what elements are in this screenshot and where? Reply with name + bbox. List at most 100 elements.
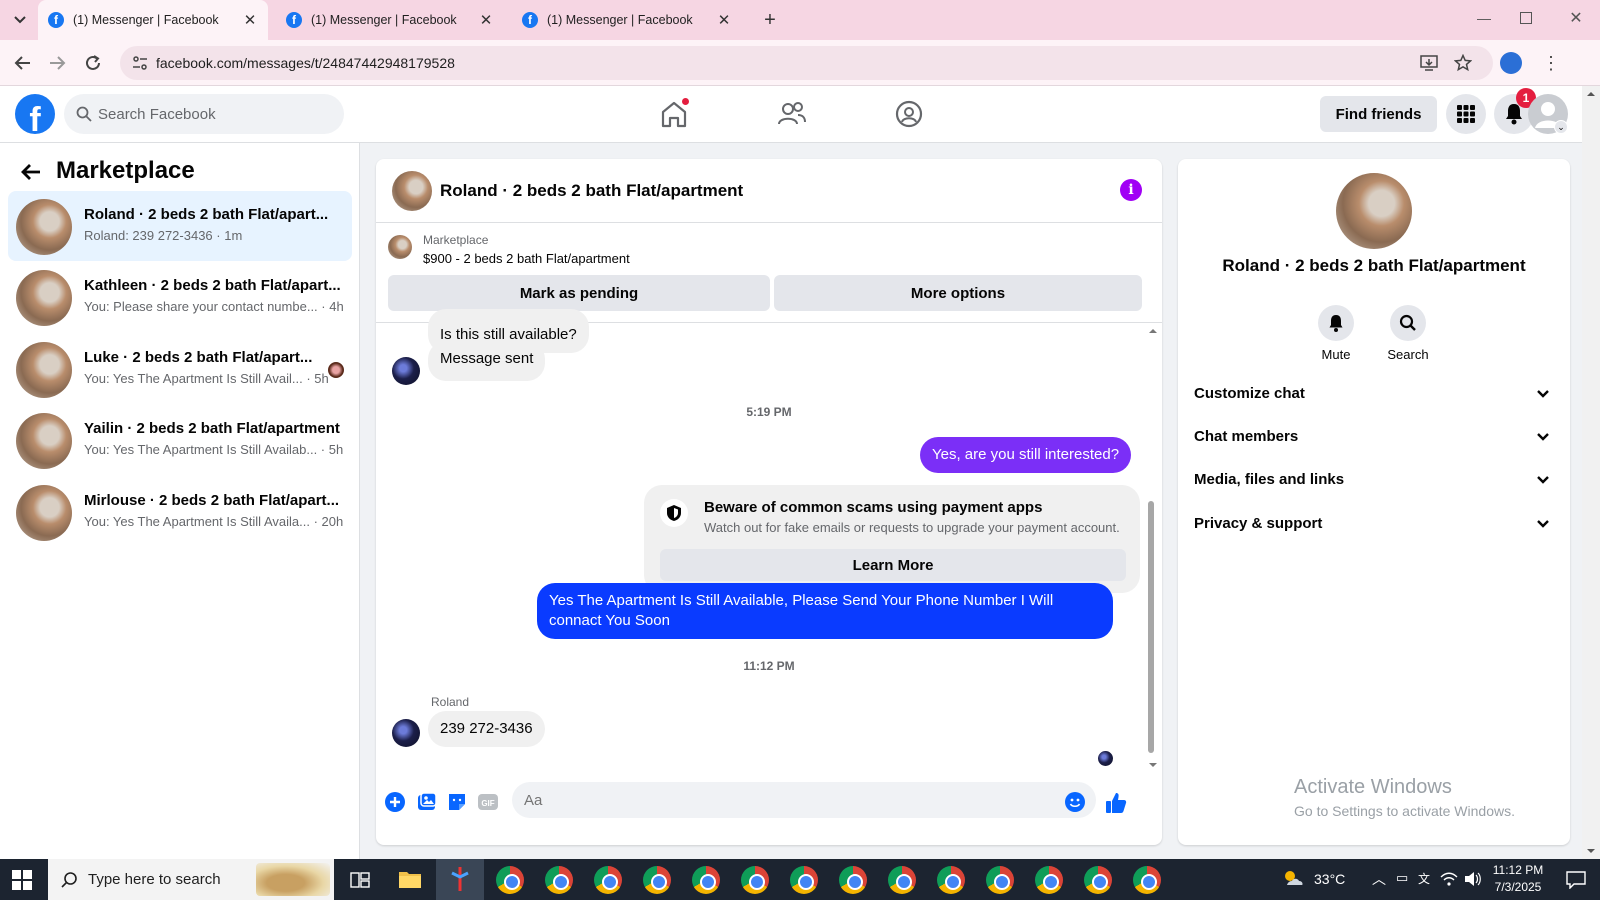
tray-overflow-chevron-icon[interactable]: ︿ (1372, 869, 1386, 889)
browser-tab[interactable]: f (1) Messenger | Facebook ✕ (512, 0, 742, 40)
nav-home[interactable] (658, 98, 690, 130)
volume-icon[interactable] (1464, 871, 1482, 887)
restore-window-button[interactable] (1520, 12, 1532, 24)
emoji-icon[interactable] (1064, 791, 1088, 815)
taskbar-search-box[interactable]: Type here to search (48, 859, 334, 900)
conversation-item[interactable]: Roland · 2 beds 2 bath Flat/apart... Rol… (8, 191, 352, 261)
browser-menu-icon[interactable]: ⋮ (1542, 50, 1560, 76)
chat-avatar[interactable] (392, 171, 432, 211)
chrome-taskbar-icon[interactable] (839, 866, 867, 894)
conversation-item[interactable]: Yailin · 2 beds 2 bath Flat/apartment Yo… (8, 405, 352, 475)
forward-button[interactable] (44, 50, 70, 76)
chrome-taskbar-icon[interactable] (790, 866, 818, 894)
chat-members-section[interactable]: Chat members (1194, 418, 1554, 454)
chrome-taskbar-icon[interactable] (594, 866, 622, 894)
find-friends-button[interactable]: Find friends (1320, 96, 1437, 132)
chrome-taskbar-icon[interactable] (1084, 866, 1112, 894)
seen-avatar (328, 362, 344, 378)
nav-groups[interactable] (893, 98, 925, 130)
chrome-taskbar-icon[interactable] (888, 866, 916, 894)
network-icon[interactable]: ▭ (1396, 870, 1408, 886)
search-in-chat-button[interactable]: Search (1368, 305, 1448, 362)
address-bar[interactable]: facebook.com/messages/t/2484744294817952… (120, 46, 1493, 80)
info-icon[interactable]: i (1120, 179, 1142, 201)
site-info-icon[interactable] (132, 55, 148, 71)
conversation-item[interactable]: Luke · 2 beds 2 bath Flat/apart... You: … (8, 334, 352, 404)
file-explorer-icon[interactable] (398, 868, 422, 890)
pinned-app-icon[interactable] (436, 859, 484, 900)
conversation-item[interactable]: Mirlouse · 2 beds 2 bath Flat/apart... Y… (8, 477, 352, 547)
back-button[interactable] (10, 50, 36, 76)
gif-icon[interactable]: GIF (477, 791, 501, 815)
profile-avatar[interactable] (1500, 52, 1522, 74)
menu-button[interactable] (1446, 94, 1486, 134)
chrome-taskbar-icon[interactable] (1035, 866, 1063, 894)
close-icon[interactable]: ✕ (478, 11, 494, 29)
more-options-button[interactable]: More options (774, 275, 1142, 311)
customize-chat-section[interactable]: Customize chat (1194, 375, 1554, 411)
bookmark-star-icon[interactable] (1454, 54, 1472, 72)
chrome-taskbar-icon[interactable] (1133, 866, 1161, 894)
chrome-taskbar-icon[interactable] (496, 866, 524, 894)
input-language-icon[interactable]: 文 (1418, 870, 1430, 887)
chrome-taskbar-icon[interactable] (937, 866, 965, 894)
reload-button[interactable] (80, 50, 106, 76)
page-scrollbar[interactable] (1582, 86, 1600, 859)
scroll-up-arrow-icon[interactable] (1586, 90, 1596, 98)
chat-title[interactable]: Roland · 2 beds 2 bath Flat/apartment (440, 181, 743, 201)
close-window-button[interactable]: ✕ (1566, 8, 1586, 28)
close-icon[interactable]: ✕ (716, 11, 732, 29)
listing-thumbnail (388, 235, 412, 259)
clock[interactable]: 11:12 PM 7/3/2025 (1490, 862, 1546, 896)
back-arrow-icon (21, 164, 40, 180)
chat-scrollbar-thumb[interactable] (1148, 501, 1154, 753)
facebook-icon: f (48, 12, 64, 28)
tab-list-dropdown[interactable] (8, 8, 32, 32)
chrome-taskbar-icon[interactable] (986, 866, 1014, 894)
url-text: facebook.com/messages/t/2484744294817952… (156, 55, 455, 71)
facebook-icon: f (286, 12, 302, 28)
scroll-up-arrow-icon[interactable] (1148, 327, 1158, 335)
facebook-search-bar[interactable]: Search Facebook (64, 94, 344, 134)
minimize-window-button[interactable]: — (1474, 10, 1494, 30)
notification-center-icon[interactable] (1566, 871, 1586, 889)
install-app-icon[interactable] (1420, 55, 1438, 71)
chrome-taskbar-icon[interactable] (692, 866, 720, 894)
privacy-support-section[interactable]: Privacy & support (1194, 505, 1554, 541)
task-view-icon[interactable] (350, 870, 370, 890)
listing-title[interactable]: $900 - 2 beds 2 bath Flat/apartment (423, 251, 630, 266)
conversation-name: Yailin · 2 beds 2 bath Flat/apartment (84, 420, 340, 437)
browser-tab[interactable]: f (1) Messenger | Facebook ✕ (38, 0, 268, 40)
facebook-header: f Search Facebook Find friends 1 ⌄ (0, 86, 1600, 143)
learn-more-button[interactable]: Learn More (660, 549, 1126, 581)
weather-icon[interactable] (1282, 869, 1304, 889)
marketplace-label: Marketplace (423, 233, 489, 247)
thumbs-up-icon[interactable] (1104, 791, 1128, 815)
plus-icon[interactable] (384, 791, 408, 815)
temperature[interactable]: 33°C (1314, 871, 1345, 887)
clock-time: 11:12 PM (1492, 863, 1544, 877)
wifi-icon[interactable] (1440, 871, 1458, 887)
nav-friends[interactable] (776, 98, 808, 130)
scroll-down-arrow-icon[interactable] (1148, 761, 1158, 769)
sticker-icon[interactable] (446, 791, 470, 815)
browser-tab[interactable]: f (1) Messenger | Facebook ✕ (276, 0, 504, 40)
chrome-taskbar-icon[interactable] (643, 866, 671, 894)
conversation-snippet: You: Yes The Apartment Is Still Availa..… (84, 514, 344, 529)
media-files-links-section[interactable]: Media, files and links (1194, 461, 1554, 497)
mark-as-pending-button[interactable]: Mark as pending (388, 275, 770, 311)
chrome-taskbar-icon[interactable] (545, 866, 573, 894)
scroll-down-arrow-icon[interactable] (1586, 847, 1596, 855)
chat-avatar-large[interactable] (1336, 173, 1412, 249)
conversation-item[interactable]: Kathleen · 2 beds 2 bath Flat/apart... Y… (8, 262, 352, 332)
start-button[interactable] (12, 870, 32, 890)
mute-button[interactable]: Mute (1296, 305, 1376, 362)
photo-icon[interactable] (416, 791, 440, 815)
account-avatar-button[interactable]: ⌄ (1528, 94, 1568, 134)
new-tab-button[interactable]: + (758, 8, 782, 32)
close-icon[interactable]: ✕ (242, 11, 258, 29)
facebook-logo[interactable]: f (15, 94, 55, 134)
chrome-taskbar-icon[interactable] (741, 866, 769, 894)
message-input[interactable] (512, 782, 1096, 818)
back-button[interactable] (20, 161, 44, 185)
